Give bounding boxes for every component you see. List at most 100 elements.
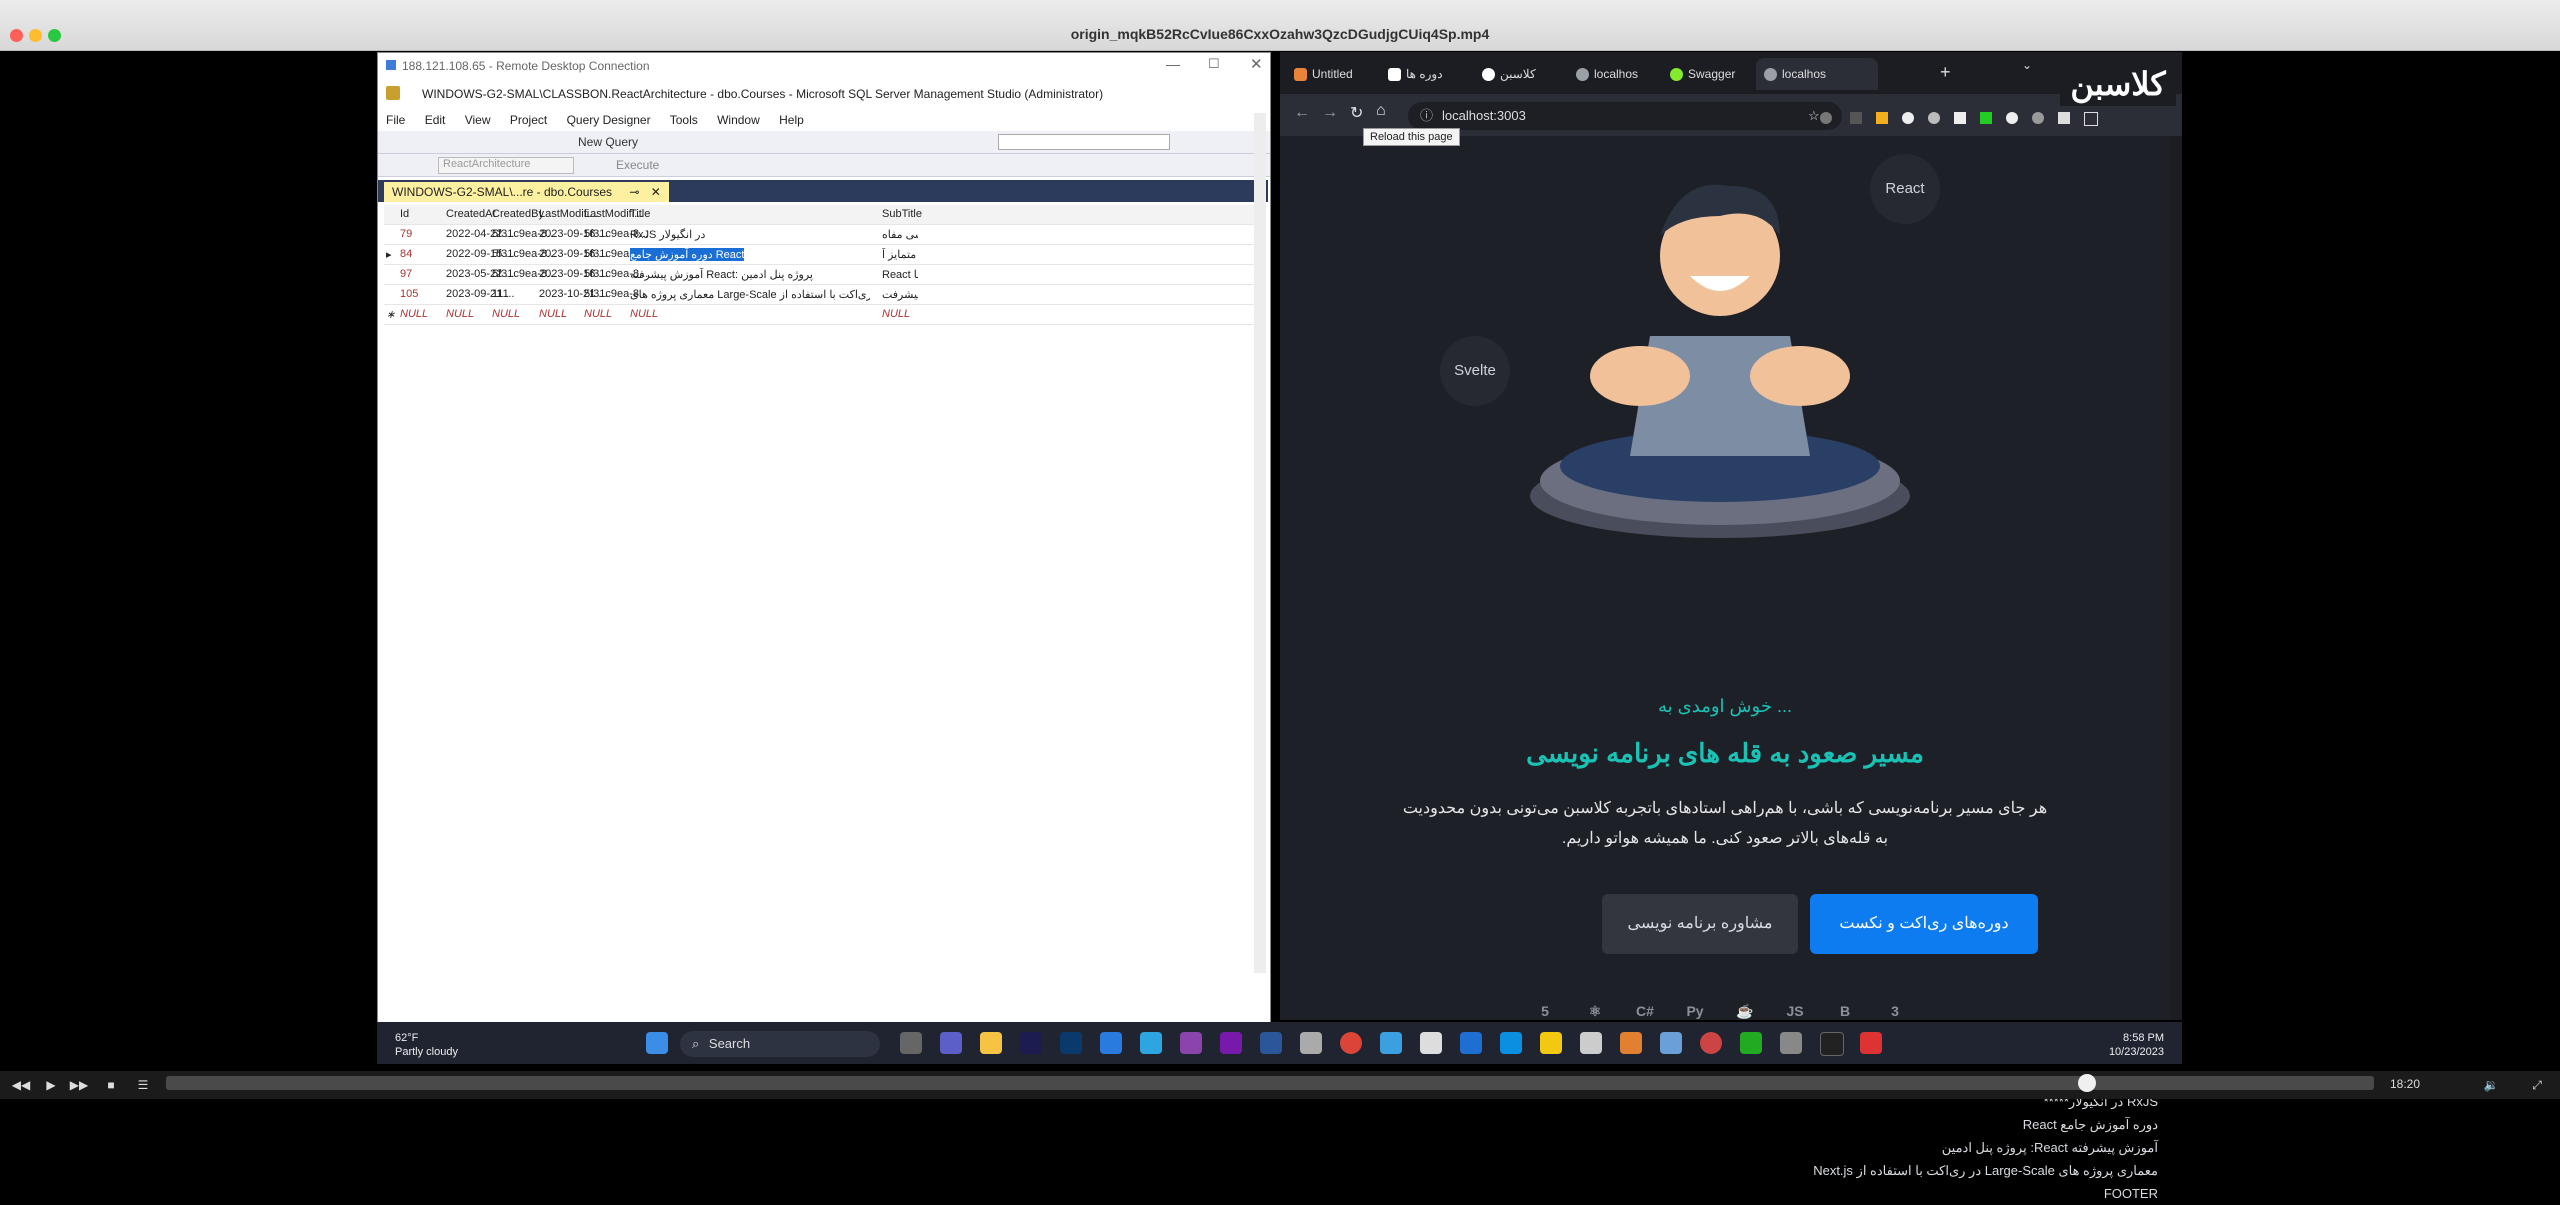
close-tab-icon[interactable]: ✕ (651, 185, 661, 199)
menu-window[interactable]: Window (717, 113, 760, 127)
puzzle-icon[interactable] (2058, 112, 2070, 124)
database-icon[interactable] (1300, 1032, 1322, 1054)
column-createdat[interactable]: CreatedAt (446, 208, 496, 220)
menu-file[interactable]: File (386, 113, 405, 127)
table-row[interactable]: 105 2023-09-21 ... 111 2023-10-21 ... 5f… (384, 285, 1264, 305)
cell-title-selected[interactable]: دوره آموزش جامع React (630, 248, 745, 261)
new-tab-button[interactable]: + (1940, 62, 1951, 83)
stop-icon[interactable]: ■ (100, 1076, 122, 1094)
task-view-icon[interactable] (900, 1032, 922, 1054)
table-row[interactable]: ▸ 84 2022-09-15 ... 5f31c9ea-8... 2023-0… (384, 245, 1264, 265)
vscode-icon[interactable] (1100, 1032, 1122, 1054)
terminal-icon[interactable] (1820, 1032, 1844, 1056)
taskbar-clock[interactable]: 8:58 PM 10/23/2023 (2100, 1031, 2164, 1059)
home-icon[interactable]: ⌂ (1376, 102, 1386, 120)
extension-icon[interactable] (1980, 112, 1992, 124)
app-icon[interactable] (1580, 1032, 1602, 1054)
menu-project[interactable]: Project (510, 113, 547, 127)
new-query-button[interactable]: New Query (578, 135, 638, 149)
rewind-icon[interactable]: ◀◀ (10, 1076, 32, 1094)
column-subtitle[interactable]: SubTitle (882, 208, 922, 220)
programming-consulting-button[interactable]: مشاوره برنامه نویسی (1602, 894, 1798, 954)
audition-icon[interactable] (1020, 1032, 1042, 1054)
footer-item[interactable]: معماری پروژه های Large-Scale در ری‌اکت ب… (1680, 1159, 2158, 1182)
extension-icon[interactable] (1902, 112, 1914, 124)
fast-forward-icon[interactable]: ▶▶ (68, 1076, 90, 1094)
chrome-icon[interactable] (1700, 1032, 1722, 1054)
extension-icon[interactable] (2032, 112, 2044, 124)
app-icon[interactable] (1860, 1032, 1882, 1054)
seek-bar[interactable] (166, 1076, 2374, 1090)
bookmark-star-icon[interactable]: ☆ (1808, 102, 1820, 130)
mac-title-bar: origin_mqkB52RcCvIue86CxxOzahw3QzcDGudjg… (0, 0, 2560, 51)
extension-icon[interactable] (1850, 112, 1862, 124)
document-tab-courses[interactable]: WINDOWS-G2-SMAL\...re - dbo.Courses ⊸ ✕ (384, 182, 669, 202)
ssms-title-bar: WINDOWS-G2-SMAL\CLASSBON.ReactArchitectu… (378, 83, 1270, 105)
footer-item[interactable]: دوره آموزش جامع React (1680, 1113, 2158, 1136)
menu-view[interactable]: View (465, 113, 491, 127)
forward-icon[interactable]: → (1322, 104, 1338, 122)
menu-edit[interactable]: Edit (425, 113, 446, 127)
menu-tools[interactable]: Tools (670, 113, 698, 127)
visual-studio-icon[interactable] (1180, 1032, 1202, 1054)
history-icon[interactable] (1820, 112, 1832, 124)
file-explorer-icon[interactable] (980, 1032, 1002, 1054)
telegram-icon[interactable] (1140, 1032, 1162, 1054)
rdp-maximize-button[interactable]: ☐ (1208, 56, 1220, 72)
reload-icon[interactable]: ↻ (1350, 103, 1363, 123)
seek-knob[interactable] (2077, 1074, 2096, 1092)
results-grid[interactable]: Id CreatedAt CreatedBy LastModifi... Las… (384, 205, 1264, 1005)
chrome-canary-icon[interactable] (1620, 1032, 1642, 1054)
extension-icon[interactable] (1876, 112, 1888, 124)
column-title[interactable]: Title (630, 208, 650, 220)
footer-item[interactable]: آموزش پیشرفته React: پروژه پنل ادمین (1680, 1136, 2158, 1159)
hero-illustration (1530, 184, 1910, 538)
table-row-new[interactable]: ∗ NULL NULL NULL NULL NULL NULL NULL (384, 305, 1264, 325)
back-icon[interactable]: ← (1294, 104, 1310, 122)
extension-icon[interactable] (1928, 112, 1940, 124)
column-id[interactable]: Id (400, 208, 409, 220)
app-icon[interactable] (1660, 1032, 1682, 1054)
extension-icon[interactable] (1954, 112, 1966, 124)
sticky-notes-icon[interactable] (1540, 1032, 1562, 1054)
skype-icon[interactable] (1500, 1032, 1522, 1054)
sidepanel-icon[interactable] (2084, 112, 2098, 126)
weather-widget[interactable]: 62°F Partly cloudy (395, 1031, 458, 1059)
play-icon[interactable]: ▶ (40, 1076, 62, 1094)
taskbar-search[interactable]: ⌕ Search (680, 1031, 880, 1057)
rdp-minimize-button[interactable]: — (1166, 56, 1180, 72)
table-row[interactable]: 97 2023-05-22 ... 5f31c9ea-8... 2023-09-… (384, 265, 1264, 285)
volume-icon[interactable]: 🔉 (2480, 1076, 2502, 1094)
column-createdby[interactable]: CreatedBy (492, 208, 544, 220)
address-bar[interactable]: ⓘ localhost:3003 ☆ (1408, 102, 1842, 130)
app-icon[interactable] (1420, 1032, 1442, 1054)
table-row[interactable]: 79 2022-04-22 ... 5f31c9ea-8... 2023-09-… (384, 225, 1264, 245)
tab-localhost-active[interactable]: localhos (1756, 58, 1878, 90)
site-info-icon[interactable]: ⓘ (1420, 102, 1433, 130)
clock-date: 10/23/2023 (2108, 1046, 2164, 1058)
tab-search-chevron-icon[interactable]: ⌄ (2022, 58, 2032, 72)
solution-config-dropdown[interactable] (998, 134, 1170, 150)
app-icon[interactable] (1740, 1032, 1762, 1054)
extension-icon[interactable] (2006, 112, 2018, 124)
menu-query-designer[interactable]: Query Designer (567, 113, 651, 127)
app-icon[interactable] (1460, 1032, 1482, 1054)
fullscreen-icon[interactable]: ⤢ (2526, 1076, 2548, 1094)
react-next-courses-button[interactable]: دوره‌های ری‌اکت و نکست (1810, 894, 2038, 954)
chrome-icon[interactable] (1340, 1032, 1362, 1054)
menu-help[interactable]: Help (779, 113, 804, 127)
rdp-close-button[interactable]: ✕ (1250, 55, 1263, 73)
teams-icon[interactable] (940, 1032, 962, 1054)
photoshop-icon[interactable] (1060, 1032, 1082, 1054)
pin-icon[interactable]: ⊸ (629, 185, 639, 199)
playlist-icon[interactable]: ☰ (132, 1076, 154, 1094)
execute-button[interactable]: Execute (616, 158, 659, 172)
onenote-icon[interactable] (1220, 1032, 1242, 1054)
windows-start-icon[interactable] (646, 1032, 668, 1054)
vertical-scrollbar[interactable] (1254, 113, 1266, 973)
settings-icon[interactable] (1780, 1032, 1802, 1054)
database-dropdown[interactable]: ReactArchitecture (438, 157, 574, 174)
app-icon[interactable] (1380, 1032, 1402, 1054)
cell-subtitle: دوره پیشرفت... (882, 289, 918, 301)
word-icon[interactable] (1260, 1032, 1282, 1054)
